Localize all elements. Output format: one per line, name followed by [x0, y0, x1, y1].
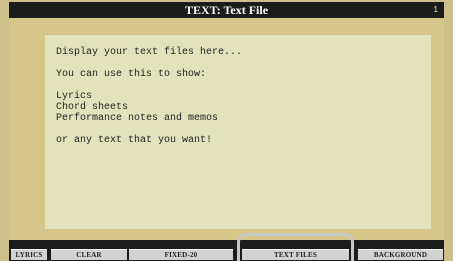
screen-title: TEXT: Text File	[184, 3, 269, 17]
text-line: Chord sheets	[56, 102, 129, 113]
text-line: Display your text files here...	[56, 47, 243, 58]
page-number: 1	[433, 5, 438, 14]
tab-background[interactable]: BACKGROUND	[358, 249, 443, 260]
text-line: or any text that you want!	[56, 135, 213, 146]
tab-clear[interactable]: CLEAR	[51, 249, 127, 260]
text-line-blank	[56, 58, 431, 69]
text-line: Performance notes and memos	[56, 113, 219, 124]
text-line-blank	[56, 124, 431, 135]
text-line: Lyrics	[56, 91, 93, 102]
text-line: You can use this to show:	[56, 69, 207, 80]
tab-fixed-20[interactable]: FIXED-20	[129, 249, 233, 260]
text-file-screen: TEXT: Text File 1 Display your text file…	[0, 0, 453, 261]
text-line-blank	[56, 80, 431, 91]
title-bar: TEXT: Text File 1	[9, 2, 444, 18]
tab-lyrics[interactable]: LYRICS	[11, 249, 47, 260]
tab-text-files[interactable]: TEXT FILES	[242, 249, 349, 260]
text-display-area: Display your text files here... You can …	[45, 34, 431, 229]
